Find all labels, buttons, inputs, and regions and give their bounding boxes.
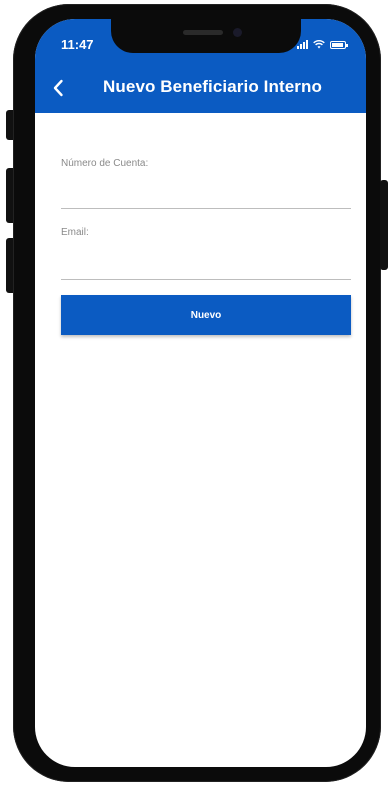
battery-icon xyxy=(330,41,348,49)
new-beneficiary-button[interactable]: Nuevo xyxy=(61,295,351,335)
page-title: Nuevo Beneficiario Interno xyxy=(103,77,322,96)
mockup-stage: 11:47 Nuevo Beneficiario Interno Número xyxy=(0,0,388,785)
account-number-input[interactable] xyxy=(61,171,351,209)
signal-icon xyxy=(297,40,308,49)
email-label: Email: xyxy=(61,227,89,238)
status-icons xyxy=(297,39,348,49)
email-input[interactable] xyxy=(61,240,351,280)
account-number-label: Número de Cuenta: xyxy=(61,158,149,169)
phone-screen: 11:47 Nuevo Beneficiario Interno Número xyxy=(35,19,366,767)
status-time: 11:47 xyxy=(61,37,94,52)
power-button xyxy=(380,180,388,270)
front-camera xyxy=(233,28,242,37)
wifi-icon xyxy=(313,40,325,49)
speaker-grille xyxy=(183,30,223,35)
notch xyxy=(111,19,301,53)
